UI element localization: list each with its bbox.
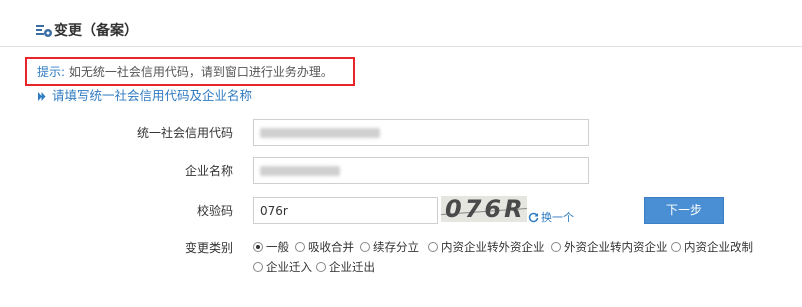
radio-button[interactable] [360,242,370,252]
captcha-image-text: 076R [445,195,526,223]
radio-button[interactable] [551,242,561,252]
radio-button[interactable] [316,262,326,272]
redacted-company-name [260,166,340,176]
notice-box: 提示: 如无统一社会信用代码，请到窗口进行业务办理。 [25,57,355,86]
radio-button[interactable] [253,262,263,272]
radio-button[interactable] [253,242,263,252]
section-heading-text: 请填写统一社会信用代码及企业名称 [52,88,253,103]
radio-button[interactable] [428,242,438,252]
redacted-credit-code [260,128,380,138]
refresh-captcha-text: 换一个 [541,211,574,224]
change-type-option-label: 外资企业转内资企业 [564,240,668,254]
change-type-option-label: 一般 [266,240,289,254]
notice-prefix: 提示: [37,65,66,79]
captcha-input[interactable]: 076r [253,197,438,224]
next-step-button[interactable]: 下一步 [644,197,724,224]
change-type-option-label: 企业迁出 [329,260,375,274]
notice-message: 提示: 如无统一社会信用代码，请到窗口进行业务办理。 [37,64,333,80]
double-arrow-right-icon [38,92,46,101]
change-type-option-label: 吸收合并 [308,240,354,254]
page-header: 变更（备案） [0,0,802,47]
captcha-image[interactable]: 076R [441,195,527,223]
change-type-option-label: 内资企业转外资企业 [441,240,545,254]
company-name-label: 企业名称 [184,164,233,178]
notice-text: 如无统一社会信用代码，请到窗口进行业务办理。 [65,65,333,79]
change-type-label: 变更类别 [184,241,233,255]
captcha-input-value: 076r [260,204,288,218]
change-type-option-label: 续存分立 [373,240,419,254]
credit-code-input[interactable] [253,119,589,146]
credit-code-label: 统一社会信用代码 [136,126,233,140]
company-name-input[interactable] [253,157,589,184]
radio-button[interactable] [295,242,305,252]
radio-button[interactable] [671,242,681,252]
captcha-label: 校验码 [196,204,233,218]
change-type-option-label: 内资企业改制 [684,240,753,254]
form-edit-icon [36,25,52,37]
change-type-option-label: 企业迁入 [266,260,312,274]
page-title: 变更（备案） [54,23,138,39]
refresh-icon [528,212,539,223]
